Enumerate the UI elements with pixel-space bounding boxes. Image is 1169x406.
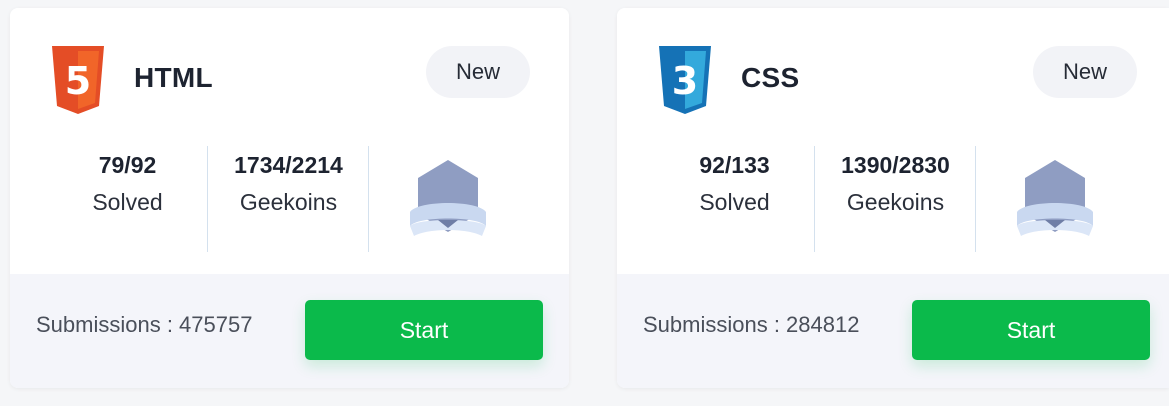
submissions-count: Submissions : 284812 [643,312,860,337]
medal-badge-icon [410,160,486,236]
solved-label: Solved [699,189,770,215]
course-title: HTML [134,62,213,93]
solved-label: Solved [92,189,163,215]
geekoins-stat: 1390/2830 Geekoins [816,146,976,252]
card-footer: Submissions : 284812 Start [617,274,1169,388]
solved-value: 79/92 [98,152,157,178]
svg-text:5: 5 [65,59,91,103]
new-badge: New [426,46,530,98]
geekoins-value: 1390/2830 [841,152,950,178]
start-button[interactable]: Start [912,300,1150,360]
course-card-css[interactable]: 3 CSS New 92/133 Solved 1390/2830 Geekoi… [617,8,1169,388]
solved-stat: 92/133 Solved [655,146,815,252]
submissions-count: Submissions : 475757 [36,312,253,337]
solved-value: 92/133 [699,152,770,178]
geekoins-label: Geekoins [846,189,945,215]
course-card-html[interactable]: 5 HTML New 79/92 Solved 1734/2214 Geekoi… [10,8,569,388]
css3-icon: 3 [659,46,711,114]
geekoins-value: 1734/2214 [234,152,343,178]
html5-icon: 5 [52,46,104,114]
solved-stat: 79/92 Solved [48,146,208,252]
start-button[interactable]: Start [305,300,543,360]
medal-badge-icon [1017,160,1093,236]
geekoins-label: Geekoins [239,189,338,215]
card-footer: Submissions : 475757 Start [10,274,569,388]
geekoins-stat: 1734/2214 Geekoins [209,146,369,252]
svg-text:3: 3 [672,59,698,103]
course-cards: 5 HTML New 79/92 Solved 1734/2214 Geekoi… [0,0,1169,406]
new-badge: New [1033,46,1137,98]
card-header: 3 CSS New 92/133 Solved 1390/2830 Geekoi… [617,8,1169,274]
card-header: 5 HTML New 79/92 Solved 1734/2214 Geekoi… [10,8,569,274]
course-title: CSS [741,62,800,93]
